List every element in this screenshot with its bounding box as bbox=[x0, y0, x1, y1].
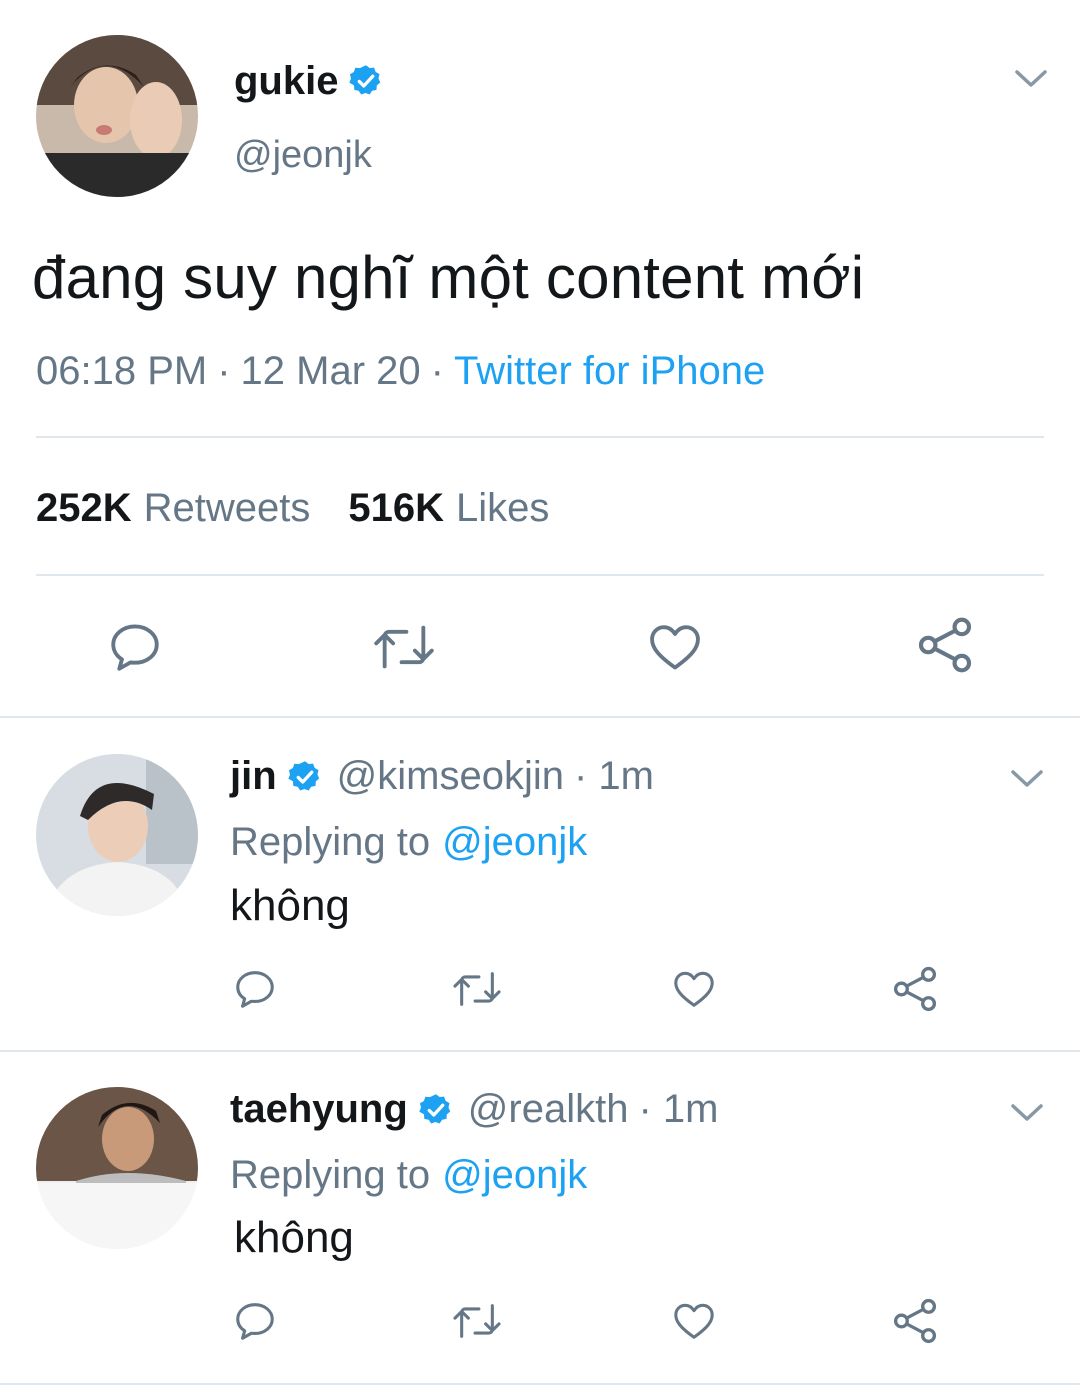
share-icon[interactable] bbox=[890, 1296, 940, 1346]
tweet-source-link[interactable]: Twitter for iPhone bbox=[454, 346, 765, 396]
avatar-jin[interactable] bbox=[36, 754, 198, 916]
divider bbox=[36, 574, 1044, 576]
author-handle[interactable]: @jeonjk bbox=[234, 132, 372, 178]
verified-badge-icon bbox=[287, 758, 323, 794]
avatar-image bbox=[36, 35, 198, 197]
replying-to: Replying to @jeonjk bbox=[230, 1151, 587, 1199]
retweets-label: Retweets bbox=[143, 486, 311, 530]
heart-icon[interactable] bbox=[645, 618, 705, 676]
tweet-stats: 252K Retweets 516K Likes bbox=[36, 483, 549, 533]
meta-separator: · bbox=[217, 349, 231, 393]
divider bbox=[36, 436, 1044, 438]
replying-to-label: Replying to bbox=[230, 1153, 431, 1197]
reply-text: không bbox=[234, 1213, 354, 1262]
chevron-down-icon[interactable] bbox=[1014, 66, 1048, 92]
reply-handle[interactable]: @realkth bbox=[468, 1085, 629, 1133]
replying-to: Replying to @jeonjk bbox=[230, 818, 587, 866]
replying-to-handle[interactable]: @jeonjk bbox=[442, 818, 587, 866]
reply-age: · 1m bbox=[638, 1087, 719, 1131]
tweet-date: 12 Mar 20 bbox=[240, 349, 421, 393]
reply-display-name[interactable]: jin bbox=[230, 752, 277, 800]
heart-icon[interactable] bbox=[670, 1298, 718, 1344]
retweet-icon[interactable] bbox=[450, 1298, 504, 1344]
meta-separator: · bbox=[430, 349, 444, 393]
reply-handle[interactable]: @kimseokjin bbox=[337, 752, 564, 800]
replying-to-handle[interactable]: @jeonjk bbox=[442, 1151, 587, 1199]
avatar-taehyung[interactable] bbox=[36, 1087, 198, 1249]
verified-badge-icon bbox=[418, 1091, 454, 1127]
retweets-count: 252K bbox=[36, 486, 132, 530]
avatar-image bbox=[36, 1087, 198, 1249]
tweet-time: 06:18 PM bbox=[36, 349, 208, 393]
reply-text: không bbox=[230, 881, 350, 930]
retweets-stat[interactable]: 252K Retweets bbox=[36, 483, 310, 533]
reply-header: taehyung @realkth · 1m bbox=[230, 1085, 718, 1133]
share-icon[interactable] bbox=[914, 614, 976, 676]
retweet-icon[interactable] bbox=[450, 966, 504, 1012]
reply-icon[interactable] bbox=[232, 1298, 278, 1344]
avatar-gukie[interactable] bbox=[36, 35, 198, 197]
chevron-down-icon[interactable] bbox=[1010, 766, 1044, 792]
tweet-meta: 06:18 PM · 12 Mar 20 · Twitter for iPhon… bbox=[36, 346, 765, 396]
chevron-down-icon[interactable] bbox=[1010, 1100, 1044, 1126]
retweet-icon[interactable] bbox=[370, 618, 438, 676]
reply-display-name[interactable]: taehyung bbox=[230, 1085, 408, 1133]
divider bbox=[0, 1383, 1080, 1385]
likes-stat[interactable]: 516K Likes bbox=[348, 483, 549, 533]
heart-icon[interactable] bbox=[670, 966, 718, 1012]
likes-label: Likes bbox=[456, 486, 550, 530]
reply-icon[interactable] bbox=[106, 618, 164, 676]
reply-age: · 1m bbox=[574, 754, 654, 798]
avatar-image bbox=[36, 754, 198, 916]
likes-count: 516K bbox=[348, 486, 444, 530]
tweet-text: đang suy nghĩ một content mới bbox=[32, 244, 865, 311]
verified-badge-icon bbox=[348, 63, 384, 99]
replying-to-label: Replying to bbox=[230, 820, 431, 864]
divider bbox=[0, 1050, 1080, 1052]
share-icon[interactable] bbox=[890, 964, 940, 1014]
author-name-row: gukie bbox=[234, 58, 384, 104]
author-display-name[interactable]: gukie bbox=[234, 58, 338, 104]
divider bbox=[0, 716, 1080, 718]
reply-icon[interactable] bbox=[232, 966, 278, 1012]
reply-header: jin @kimseokjin · 1m bbox=[230, 752, 654, 800]
